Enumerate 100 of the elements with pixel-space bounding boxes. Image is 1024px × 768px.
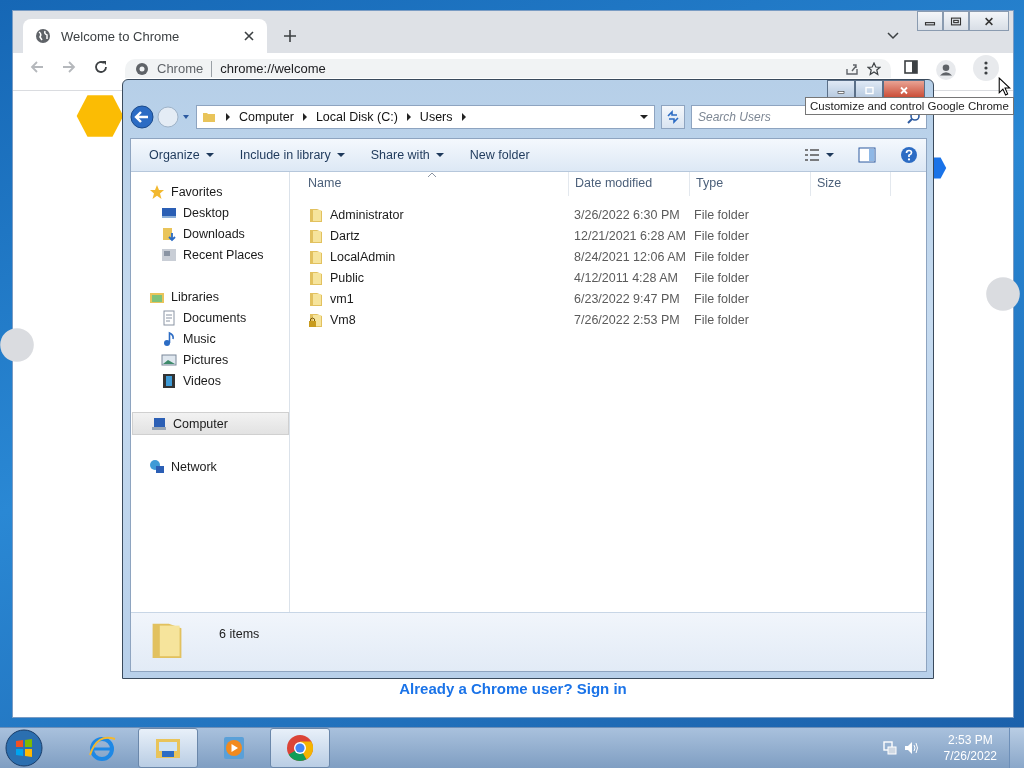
toolbar-button[interactable]: Organize [139, 144, 224, 166]
nav-item[interactable]: Videos [131, 370, 289, 391]
music-icon [161, 330, 177, 347]
clock-time: 2:53 PM [947, 733, 993, 747]
breadcrumb-item[interactable]: Computer [239, 110, 294, 124]
network-icon [149, 458, 165, 475]
folder-icon [308, 206, 324, 223]
column-header[interactable]: Size [811, 172, 891, 196]
nav-item[interactable]: Documents [131, 307, 289, 328]
taskbar-app[interactable] [270, 728, 330, 768]
file-name-cell[interactable]: Vm8 [290, 311, 568, 328]
breadcrumb-item[interactable]: Local Disk (C:) [315, 110, 398, 124]
circle-shape [0, 327, 35, 363]
type-cell-text: File folder [693, 207, 750, 222]
folder-icon [308, 227, 324, 244]
arrow-icon [460, 113, 467, 121]
nav-item[interactable]: Libraries [131, 286, 289, 307]
type-cell-text: File folder [693, 228, 750, 243]
nav-item[interactable]: Recent Places [131, 244, 289, 265]
file-name-cell[interactable]: Administrator [290, 206, 568, 223]
videos-icon [161, 372, 177, 389]
caret-icon[interactable] [640, 113, 648, 121]
close-icon [983, 16, 995, 26]
close-button[interactable] [883, 80, 925, 100]
taskbar-app[interactable] [138, 728, 198, 768]
globe-icon [35, 28, 51, 44]
nav-item[interactable]: Downloads [131, 223, 289, 244]
arrow-icon [225, 113, 231, 121]
toolbar-button[interactable]: Include in library [229, 144, 355, 166]
folder-icon [308, 290, 324, 307]
star-icon [149, 183, 165, 200]
file-name-cell[interactable]: Public [290, 269, 568, 286]
recent-icon [161, 246, 177, 263]
type-cell-text: File folder [693, 249, 750, 264]
folder-icon [308, 269, 324, 286]
side-panel-icon[interactable] [903, 59, 919, 75]
document-icon [161, 309, 177, 326]
close-icon [898, 85, 910, 95]
share-icon[interactable] [845, 61, 859, 76]
site-label: Chrome [157, 61, 204, 76]
help-icon[interactable] [900, 146, 918, 164]
preview-pane-icon[interactable] [858, 146, 876, 164]
chevron-down-icon[interactable] [887, 29, 899, 41]
file-name-cell[interactable]: Dartz [290, 227, 568, 244]
arrow-icon [405, 113, 412, 121]
file-name-cell[interactable]: vm1 [290, 290, 568, 307]
profile-icon[interactable] [935, 59, 957, 81]
restore-icon [950, 16, 962, 26]
maximize-icon [863, 85, 875, 95]
clock-date: 7/26/2022 [943, 749, 997, 763]
folder-icon [308, 248, 324, 265]
date-cell-text: 3/26/2022 6:30 PM [573, 207, 681, 222]
star-icon[interactable] [867, 61, 881, 76]
address-bar[interactable]: Chrome chrome://welcome [125, 59, 891, 78]
tooltip: Customize and control Google Chrome [805, 97, 1014, 115]
file-name-cell[interactable]: LocalAdmin [290, 248, 568, 265]
date-cell-text: 6/23/2022 9:47 PM [573, 291, 681, 306]
more-icon [984, 60, 988, 76]
caret-icon[interactable] [826, 151, 834, 159]
computer-icon [151, 415, 167, 432]
close-icon[interactable] [243, 30, 255, 42]
back-button[interactable] [130, 105, 154, 129]
address-bar[interactable]: Computer Local Disk (C:) Users [196, 105, 655, 129]
nav-item[interactable]: Music [131, 328, 289, 349]
date-cell-text: 4/12/2011 4:28 AM [573, 270, 680, 285]
mouse-cursor-icon [998, 77, 1011, 96]
refresh-button[interactable] [661, 105, 685, 129]
browser-tab[interactable]: Welcome to Chrome [23, 19, 267, 53]
column-header[interactable]: Type [690, 172, 811, 196]
nav-item[interactable]: Desktop [131, 202, 289, 223]
new-tab-icon[interactable] [283, 29, 297, 43]
nav-item[interactable]: Pictures [131, 349, 289, 370]
item-count: 6 items [219, 627, 260, 641]
downloads-icon [161, 225, 177, 242]
maximize-button[interactable] [943, 11, 969, 31]
nav-item[interactable]: Favorites [131, 181, 289, 202]
pictures-icon [161, 351, 177, 368]
sign-in-link[interactable]: Already a Chrome user? Sign in [399, 680, 627, 697]
toolbar-button[interactable]: Share with [360, 144, 454, 166]
reload-icon[interactable] [93, 59, 109, 75]
start-button[interactable] [4, 728, 44, 768]
column-header[interactable]: Date modified [569, 172, 690, 196]
date-cell-text: 12/21/2021 6:28 AM [573, 228, 687, 243]
close-button[interactable] [969, 11, 1009, 31]
type-cell-text: File folder [693, 291, 750, 306]
arrow-icon [301, 113, 308, 121]
menu-button[interactable] [973, 55, 999, 81]
minimize-button[interactable] [827, 80, 855, 100]
type-cell-text: File folder [693, 270, 750, 285]
column-header[interactable]: Name [290, 172, 569, 196]
view-options-icon[interactable] [804, 147, 820, 163]
toolbar-button[interactable]: New folder [459, 144, 540, 166]
minimize-button[interactable] [917, 11, 943, 31]
breadcrumb-item[interactable]: Users [419, 110, 453, 124]
type-cell-text: File folder [693, 312, 750, 327]
nav-item[interactable]: Computer [132, 412, 289, 435]
nav-item[interactable]: Network [131, 456, 289, 477]
date-cell-text: 8/24/2021 12:06 AM [573, 249, 687, 264]
locked-folder-icon [308, 311, 324, 328]
maximize-button[interactable] [855, 80, 883, 100]
